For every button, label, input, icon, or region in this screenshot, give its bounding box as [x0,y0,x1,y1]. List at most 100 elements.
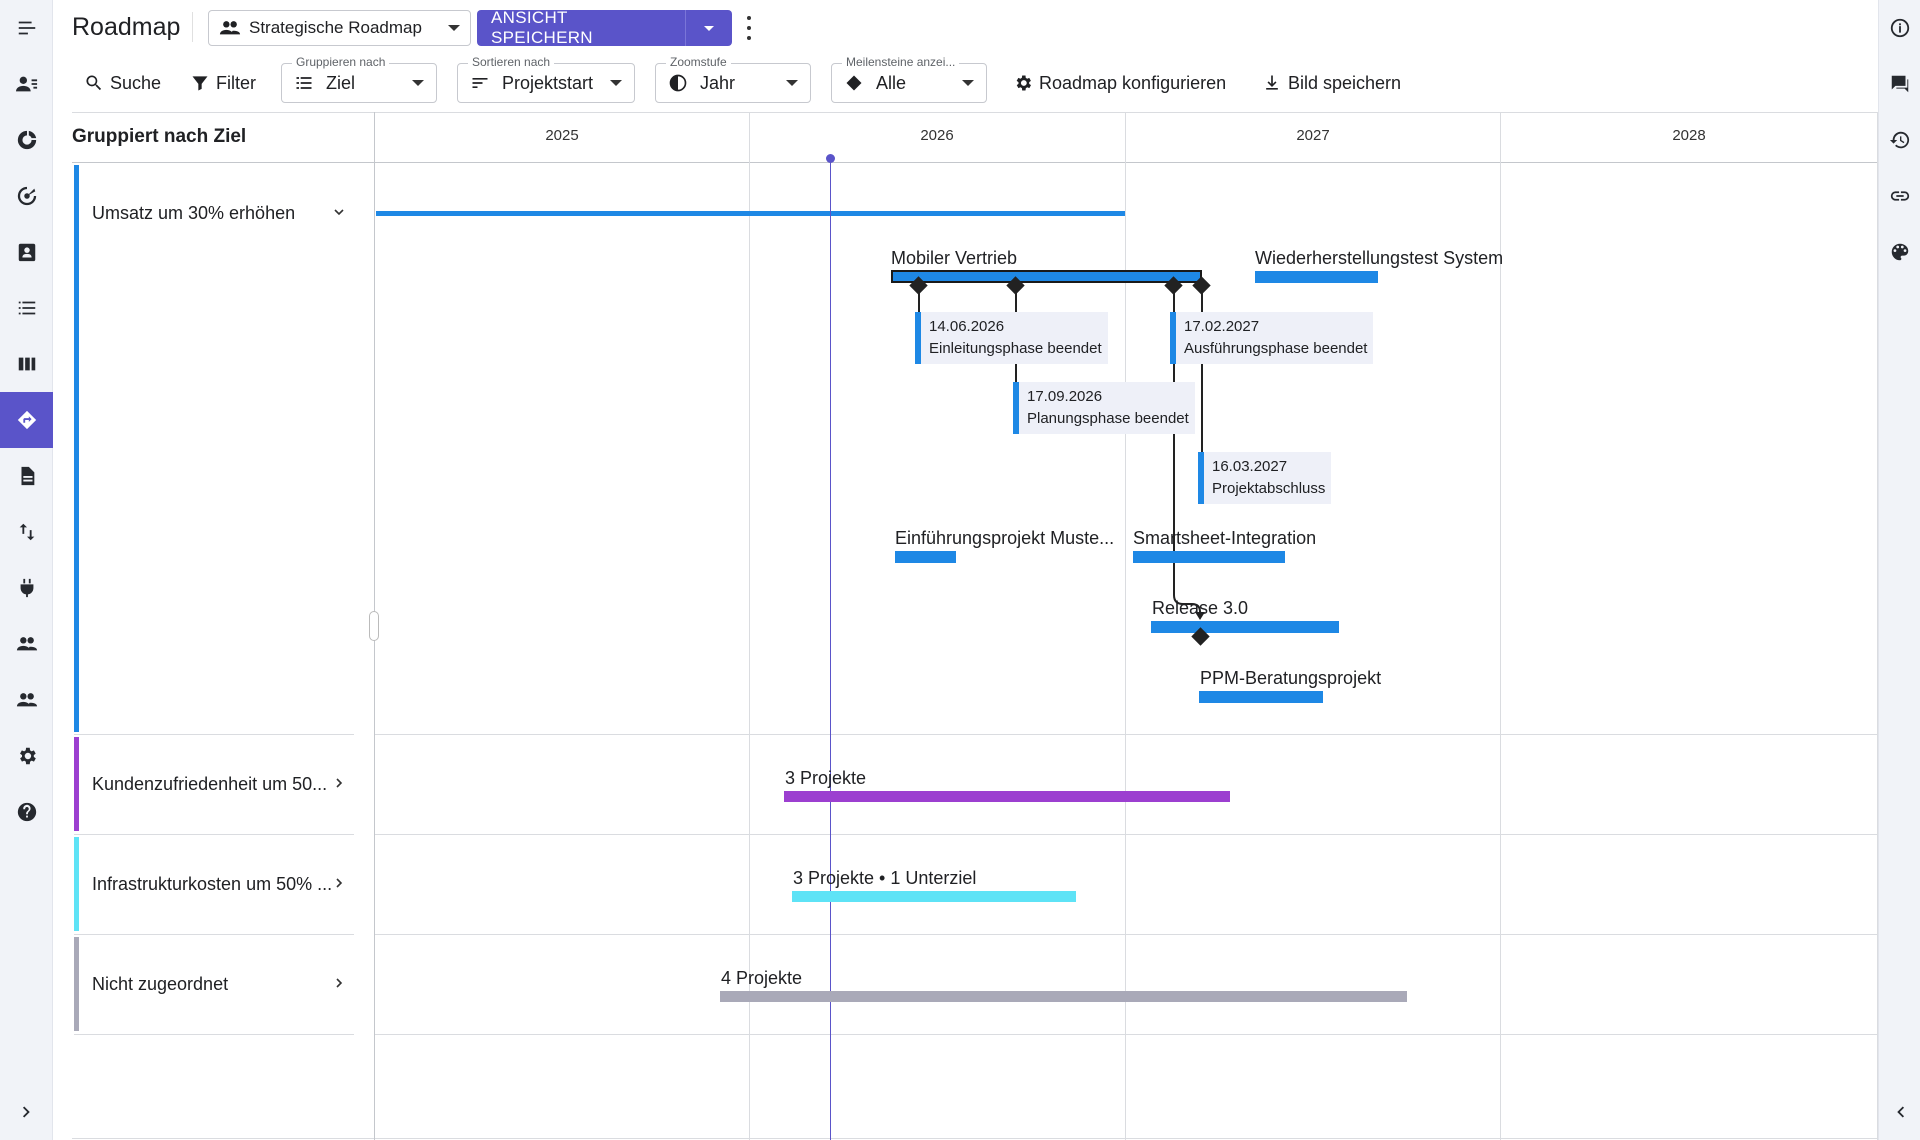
group-row[interactable]: Nicht zugeordnet [74,937,354,1031]
view-selector-label: Strategische Roadmap [249,18,422,37]
document-icon[interactable] [0,448,53,504]
year-label: 2025 [545,127,579,144]
more-options-icon[interactable] [744,16,754,40]
portfolio-icon[interactable] [0,224,53,280]
history-icon[interactable] [1879,112,1920,168]
page-title: Roadmap [72,13,181,41]
goal-timeline-bar[interactable] [376,211,1125,216]
chevron-right-icon[interactable] [334,978,344,988]
view-selector[interactable]: Strategische Roadmap [208,10,471,46]
list-icon[interactable] [0,280,53,336]
chevron-down-icon [412,80,424,86]
configure-roadmap-button[interactable]: Roadmap konfigurieren [1013,68,1226,98]
group-row[interactable]: Umsatz um 30% erhöhen [74,165,354,732]
project-label[interactable]: PPM-Beratungsprojekt [1200,668,1381,689]
project-bar[interactable] [1151,621,1339,633]
save-view-button[interactable]: ANSICHT SPEICHERN [477,10,685,46]
palette-icon[interactable] [1879,224,1920,280]
summary-label[interactable]: 4 Projekte [721,968,802,989]
project-bar[interactable] [1133,551,1285,563]
sort-by-value: Projektstart [502,72,594,93]
milestones-select[interactable]: Meilensteine anzei... Alle [831,55,987,103]
grid-top-border [72,112,1878,113]
summary-bar[interactable] [784,791,1230,802]
project-label[interactable]: Mobiler Vertrieb [891,248,1017,269]
team-icon[interactable] [0,616,53,672]
milestone-name: Projektabschluss [1212,480,1326,497]
goals-icon[interactable] [0,168,53,224]
board-icon[interactable] [0,336,53,392]
group-color-bar [74,737,79,831]
today-marker [826,154,835,163]
expand-rail-icon[interactable] [0,1084,53,1140]
menu-icon[interactable] [0,0,53,56]
group-divider [74,1034,354,1035]
group-color-bar [74,165,79,732]
group-label: Nicht zugeordnet [92,974,229,994]
collapse-panel-icon[interactable] [1879,1084,1920,1140]
grid-right-border [1877,112,1878,1140]
summary-label[interactable]: 3 Projekte [785,768,866,789]
milestone-card[interactable]: 14.06.2026 Einleitungsphase beendet [915,312,1108,364]
save-image-button[interactable]: Bild speichern [1262,68,1401,98]
group-row[interactable]: Infrastrukturkosten um 50% ... [74,837,354,931]
settings-icon[interactable] [0,728,53,784]
group-by-label: Gruppieren nach [292,55,390,69]
group-by-select[interactable]: Gruppieren nach Ziel [281,55,437,103]
download-icon [1266,75,1278,90]
year-label: 2028 [1672,127,1706,144]
summary-bar[interactable] [720,991,1407,1002]
project-bar[interactable] [895,551,956,563]
sort-icon [472,78,488,88]
year-label: 2026 [920,127,954,144]
import-export-icon[interactable] [0,504,53,560]
roadmap-icon[interactable] [0,392,53,448]
search-button[interactable]: Suche [84,68,161,98]
group-by-value: Ziel [326,72,356,93]
year-label: 2027 [1296,127,1330,144]
chevron-right-icon[interactable] [334,778,344,788]
project-label[interactable]: Wiederherstellungstest System [1255,248,1503,269]
zoom-select[interactable]: Zoomstufe Jahr [655,55,811,103]
chevron-right-icon[interactable] [334,878,344,888]
milestone-card[interactable]: 17.02.2027 Ausführungsphase beendet [1170,312,1374,364]
row-divider [374,734,1878,735]
summary-label[interactable]: 3 Projekte • 1 Unterziel [793,868,976,889]
dashboard-icon[interactable] [0,112,53,168]
plugin-icon[interactable] [0,560,53,616]
help-icon[interactable] [0,784,53,840]
row-divider [374,934,1878,935]
milestone-card[interactable]: 17.09.2026 Planungsphase beendet [1013,382,1195,434]
header-bottom-border [72,162,1878,163]
project-label[interactable]: Einführungsprojekt Muste... [895,528,1114,549]
milestones-label: Meilensteine anzei... [842,55,960,69]
contacts-icon[interactable] [0,56,53,112]
configure-roadmap-label: Roadmap konfigurieren [1039,72,1227,93]
milestone-name: Planungsphase beendet [1027,410,1189,427]
filter-icon [192,76,208,91]
filter-label: Filter [216,72,256,93]
project-bar-selected[interactable] [891,270,1202,283]
group-label: Umsatz um 30% erhöhen [92,203,296,223]
right-side-rail [1878,0,1920,1140]
info-icon[interactable] [1879,0,1920,56]
project-bar[interactable] [1199,691,1323,703]
save-view-dropdown-button[interactable] [685,10,732,46]
chevron-down-icon [786,80,798,86]
project-bar[interactable] [1255,271,1378,283]
project-label[interactable]: Smartsheet-Integration [1133,528,1316,549]
list-icon [296,77,312,89]
panel-resize-handle[interactable] [369,611,379,641]
comments-icon[interactable] [1879,56,1920,112]
filter-button[interactable]: Filter [190,68,256,98]
project-label[interactable]: Release 3.0 [1152,598,1248,619]
zoom-label: Zoomstufe [666,55,731,69]
users-icon[interactable] [0,672,53,728]
save-view-button-group: ANSICHT SPEICHERN [477,10,732,46]
sort-by-select[interactable]: Sortieren nach Projektstart [457,55,635,103]
summary-bar[interactable] [792,891,1076,902]
milestone-card[interactable]: 16.03.2027 Projektabschluss [1198,452,1332,504]
link-icon[interactable] [1879,168,1920,224]
group-row[interactable]: Kundenzufriedenheit um 50... [74,737,354,831]
chevron-down-icon[interactable] [334,207,344,217]
